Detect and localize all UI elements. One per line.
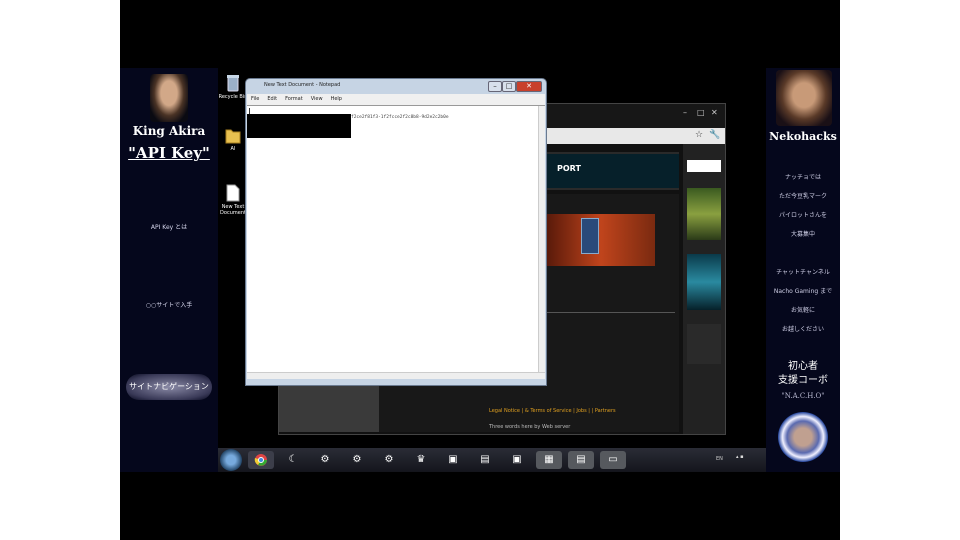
- api-key-text: f2ce2f81f3-1f2fcce2f2c8b8-9d2e2c2b0e: [351, 115, 449, 120]
- chrome-icon: [254, 454, 267, 466]
- footer-fine-print: Three words here by Web server: [489, 424, 571, 430]
- taskbar: ☾ ⚙ ⚙ ⚙ ♛ ▣ ▤ ▣ ▦ ▤ ▭ EN ▴ ▪: [218, 448, 766, 472]
- desktop-icon-label: Recycle Bin: [218, 94, 248, 100]
- hero-card-image: [581, 218, 599, 254]
- video-frame: King Akira "API Key" API Key とは ○○サイトで入手…: [120, 0, 840, 540]
- support-line-1: 初心者: [788, 361, 818, 372]
- browser-maximize-button[interactable]: □: [697, 108, 705, 117]
- sidebar-search-input[interactable]: [687, 160, 721, 172]
- taskbar-app-7[interactable]: ▤: [472, 451, 498, 469]
- menu-file[interactable]: File: [247, 94, 263, 104]
- support-title: 初心者 支援コーボ: [766, 360, 840, 388]
- taskbar-app-3[interactable]: ⚙: [344, 451, 370, 469]
- notepad-icon: ▤: [576, 454, 586, 465]
- desktop-icon-recycle-bin[interactable]: Recycle Bin: [218, 74, 248, 100]
- api-key-about-link[interactable]: API Key とは: [120, 222, 218, 231]
- taskbar-app-1[interactable]: ☾: [280, 451, 306, 469]
- nacho-label: "N.A.C.H.O": [781, 392, 825, 400]
- wrench-icon[interactable]: 🔧: [709, 130, 720, 140]
- promo-line: パイロットさんを: [778, 212, 827, 219]
- desktop-icon-text-document[interactable]: New Text Document: [218, 184, 248, 216]
- content-divider: [547, 312, 675, 313]
- notepad-close-button[interactable]: ✕: [516, 81, 542, 92]
- window-icon: ▦: [544, 454, 554, 465]
- taskbar-app-9[interactable]: ▦: [536, 451, 562, 469]
- menu-edit[interactable]: Edit: [263, 94, 281, 104]
- taskbar-app-4[interactable]: ⚙: [376, 451, 402, 469]
- recycle-bin-icon: [227, 75, 239, 92]
- promo-line: お気軽に: [790, 307, 815, 314]
- promo-line: Nacho Gaming まで: [773, 288, 833, 295]
- promo-line: 大募集中: [790, 231, 815, 238]
- site-navigation-button[interactable]: サイトナビゲーション: [126, 374, 212, 400]
- taskbar-app-2[interactable]: ⚙: [312, 451, 338, 469]
- browser-close-button[interactable]: ✕: [711, 108, 718, 117]
- menu-view[interactable]: View: [307, 94, 327, 104]
- api-key-title: "API Key": [128, 144, 210, 162]
- redaction-block: [247, 114, 351, 138]
- tray-language[interactable]: EN: [716, 456, 723, 462]
- crown-icon: ♛: [416, 454, 426, 465]
- desktop-icon-label: AI: [230, 146, 236, 152]
- folder-icon: ▭: [608, 454, 618, 465]
- promo-line: お越しください: [781, 326, 824, 333]
- hero-image: [547, 214, 655, 266]
- desktop-icon-ai-folder[interactable]: AI: [218, 126, 248, 152]
- menu-format[interactable]: Format: [281, 94, 307, 104]
- browser-minimize-button[interactable]: –: [683, 108, 687, 117]
- desktop: Recycle Bin AI New Text Document – □ ✕ ☆…: [218, 68, 766, 448]
- site-acquire-link[interactable]: ○○サイトで入手: [120, 300, 218, 309]
- nacho-logo-icon: [778, 412, 828, 462]
- notepad-maximize-button[interactable]: □: [502, 81, 516, 92]
- app-icon: ▣: [448, 454, 458, 465]
- banner-text: PORT: [557, 164, 581, 173]
- sidebar-ad-image: [687, 188, 721, 240]
- promo-line: ただ今豆乳マーク: [778, 193, 827, 200]
- streamer-avatar: [150, 74, 188, 122]
- page-sidebar: [683, 144, 725, 434]
- taskbar-notepad[interactable]: ▤: [568, 451, 594, 469]
- streamer-name: King Akira: [132, 124, 206, 138]
- cohost-avatar: [776, 70, 832, 126]
- support-line-2: 支援コーボ: [778, 375, 828, 386]
- game-icon: ⚙: [384, 454, 394, 465]
- game-icon: ⚙: [352, 454, 362, 465]
- sidebar-news-image: [687, 254, 721, 310]
- desktop-icon-label: New Text Document: [220, 204, 246, 216]
- right-stream-panel: Nekohacks ナッチョでは ただ今豆乳マーク パイロットさんを 大募集中 …: [766, 68, 840, 472]
- tray-icons[interactable]: ▴ ▪: [736, 454, 744, 460]
- app-icon: ▣: [512, 454, 522, 465]
- taskbar-app-5[interactable]: ♛: [408, 451, 434, 469]
- text-document-icon: [226, 184, 240, 202]
- moon-icon: ☾: [288, 454, 298, 465]
- promo-line: チャットチャンネル: [776, 269, 830, 276]
- document-icon: ▤: [480, 454, 490, 465]
- sidebar-block: [687, 324, 721, 364]
- folder-icon: [225, 129, 241, 144]
- left-stream-panel: King Akira "API Key" API Key とは ○○サイトで入手…: [120, 68, 218, 472]
- vertical-scrollbar[interactable]: [538, 106, 545, 372]
- notepad-minimize-button[interactable]: –: [488, 81, 502, 92]
- notepad-menubar: File Edit Format View Help: [247, 94, 545, 105]
- game-icon: ⚙: [320, 454, 330, 465]
- notepad-window[interactable]: New Text Document - Notepad – □ ✕ File Ed…: [245, 78, 547, 386]
- start-button[interactable]: [220, 449, 242, 471]
- taskbar-chrome-button[interactable]: [248, 451, 274, 469]
- horizontal-scrollbar[interactable]: [247, 372, 545, 379]
- footer-links[interactable]: Legal Notice | & Terms of Service | Jobs…: [489, 408, 769, 414]
- menu-help[interactable]: Help: [327, 94, 346, 104]
- taskbar-app-8[interactable]: ▣: [504, 451, 530, 469]
- taskbar-app-6[interactable]: ▣: [440, 451, 466, 469]
- notepad-title: New Text Document - Notepad: [264, 82, 341, 88]
- promo-line: ナッチョでは: [784, 174, 821, 181]
- cohost-name: Nekohacks: [769, 130, 837, 143]
- notepad-text-area[interactable]: f2ce2f81f3-1f2fcce2f2c8b8-9d2e2c2b0e: [247, 105, 545, 379]
- notepad-titlebar[interactable]: New Text Document - Notepad – □ ✕: [246, 79, 546, 94]
- taskbar-explorer[interactable]: ▭: [600, 451, 626, 469]
- bookmark-star-icon[interactable]: ☆: [695, 130, 703, 140]
